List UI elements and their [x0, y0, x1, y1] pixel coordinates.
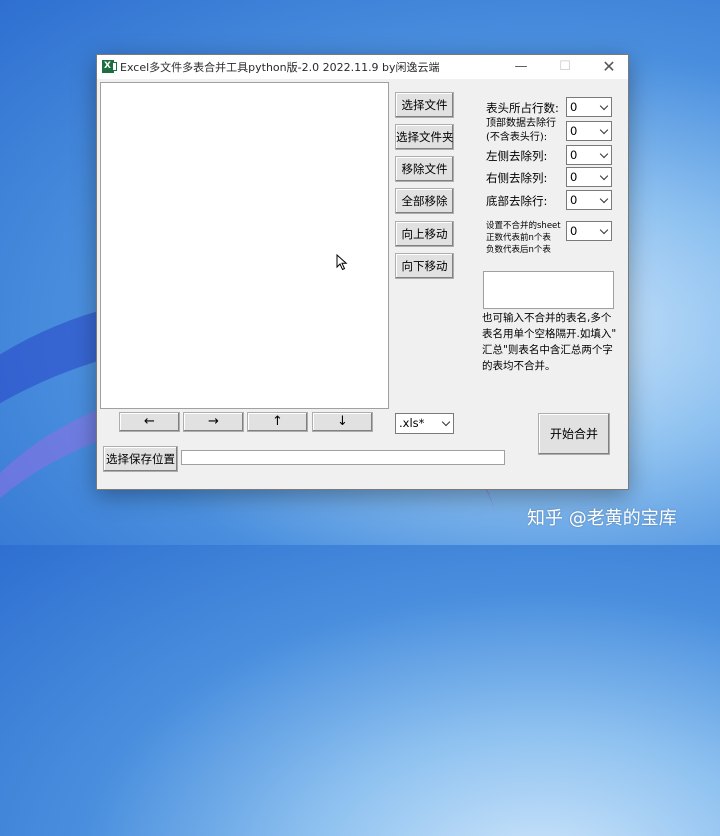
mouse-cursor-icon — [336, 254, 348, 271]
top-rows-label-line1: 顶部数据去除行 — [486, 118, 556, 129]
file-listbox[interactable] — [100, 82, 389, 409]
left-cols-value: 0 — [570, 148, 578, 162]
window-title: Excel多文件多表合并工具python版-2.0 2022.11.9 by闲逸… — [120, 61, 440, 74]
excel-icon — [102, 60, 117, 73]
skip-sheets-label-line2: 正数代表前n个表 — [486, 233, 551, 243]
watermark: 知乎 @老黄的宝库 — [527, 508, 677, 529]
maximize-button[interactable]: ☐ — [543, 55, 587, 79]
remove-file-button[interactable]: 移除文件 — [395, 156, 454, 182]
right-cols-dropdown[interactable]: 0 — [566, 167, 612, 187]
move-up-button[interactable]: 向上移动 — [395, 221, 454, 247]
minimize-button[interactable]: — — [499, 55, 543, 79]
arrow-left-button[interactable]: ← — [119, 412, 180, 432]
arrow-right-button[interactable]: → — [183, 412, 244, 432]
chevron-down-icon — [599, 225, 609, 235]
bottom-rows-label: 底部去除行: — [486, 194, 548, 208]
chevron-down-icon — [599, 149, 609, 159]
chevron-down-icon — [599, 171, 609, 181]
close-button[interactable]: ✕ — [587, 55, 631, 79]
start-merge-button[interactable]: 开始合并 — [538, 413, 610, 455]
header-rows-label: 表头所占行数: — [486, 101, 559, 115]
skip-sheets-value: 0 — [570, 224, 578, 238]
right-cols-value: 0 — [570, 170, 578, 184]
hint-line1: 也可输入不合并的表名,多个 — [482, 312, 612, 324]
move-down-button[interactable]: 向下移动 — [395, 253, 454, 279]
title-bar[interactable]: Excel多文件多表合并工具python版-2.0 2022.11.9 by闲逸… — [97, 55, 628, 79]
skip-sheets-label-line1: 设置不合并的sheet — [486, 221, 561, 231]
top-rows-label: 顶部数据去除行 (不含表头行): — [486, 117, 556, 145]
exclude-names-hint: 也可输入不合并的表名,多个 表名用单个空格隔开.如填入" 汇总"则表名中含汇总两… — [482, 310, 622, 374]
chevron-down-icon — [441, 417, 451, 427]
chevron-down-icon — [599, 194, 609, 204]
bottom-rows-dropdown[interactable]: 0 — [566, 190, 612, 210]
header-rows-value: 0 — [570, 100, 578, 114]
hint-line3: 汇总"则表名中含汇总两个字 — [482, 344, 613, 356]
top-rows-value: 0 — [570, 124, 578, 138]
top-rows-label-line2: (不含表头行): — [486, 132, 548, 143]
skip-sheets-label-line3: 负数代表后n个表 — [486, 245, 551, 255]
arrow-down-button[interactable]: ↓ — [312, 412, 373, 432]
select-file-button[interactable]: 选择文件 — [395, 92, 454, 118]
save-path-input[interactable] — [181, 450, 505, 465]
header-rows-dropdown[interactable]: 0 — [566, 97, 612, 117]
hint-line4: 的表均不合并。 — [482, 360, 556, 372]
left-cols-dropdown[interactable]: 0 — [566, 145, 612, 165]
right-cols-label: 右侧去除列: — [486, 171, 548, 185]
app-window: Excel多文件多表合并工具python版-2.0 2022.11.9 by闲逸… — [96, 54, 629, 490]
skip-sheets-label: 设置不合并的sheet 正数代表前n个表 负数代表后n个表 — [486, 220, 561, 256]
select-folder-button[interactable]: 选择文件夹 — [395, 124, 454, 150]
remove-all-button[interactable]: 全部移除 — [395, 188, 454, 214]
left-cols-label: 左侧去除列: — [486, 149, 548, 163]
chevron-down-icon — [599, 101, 609, 111]
skip-sheets-dropdown[interactable]: 0 — [566, 221, 612, 241]
file-type-dropdown[interactable]: .xls* — [395, 413, 454, 434]
exclude-names-input[interactable] — [483, 271, 614, 309]
top-rows-dropdown[interactable]: 0 — [566, 121, 612, 141]
arrow-up-button[interactable]: ↑ — [247, 412, 308, 432]
bottom-rows-value: 0 — [570, 193, 578, 207]
chevron-down-icon — [599, 125, 609, 135]
hint-line2: 表名用单个空格隔开.如填入" — [482, 328, 617, 340]
select-save-location-button[interactable]: 选择保存位置 — [103, 446, 178, 472]
file-type-value: .xls* — [399, 416, 425, 430]
